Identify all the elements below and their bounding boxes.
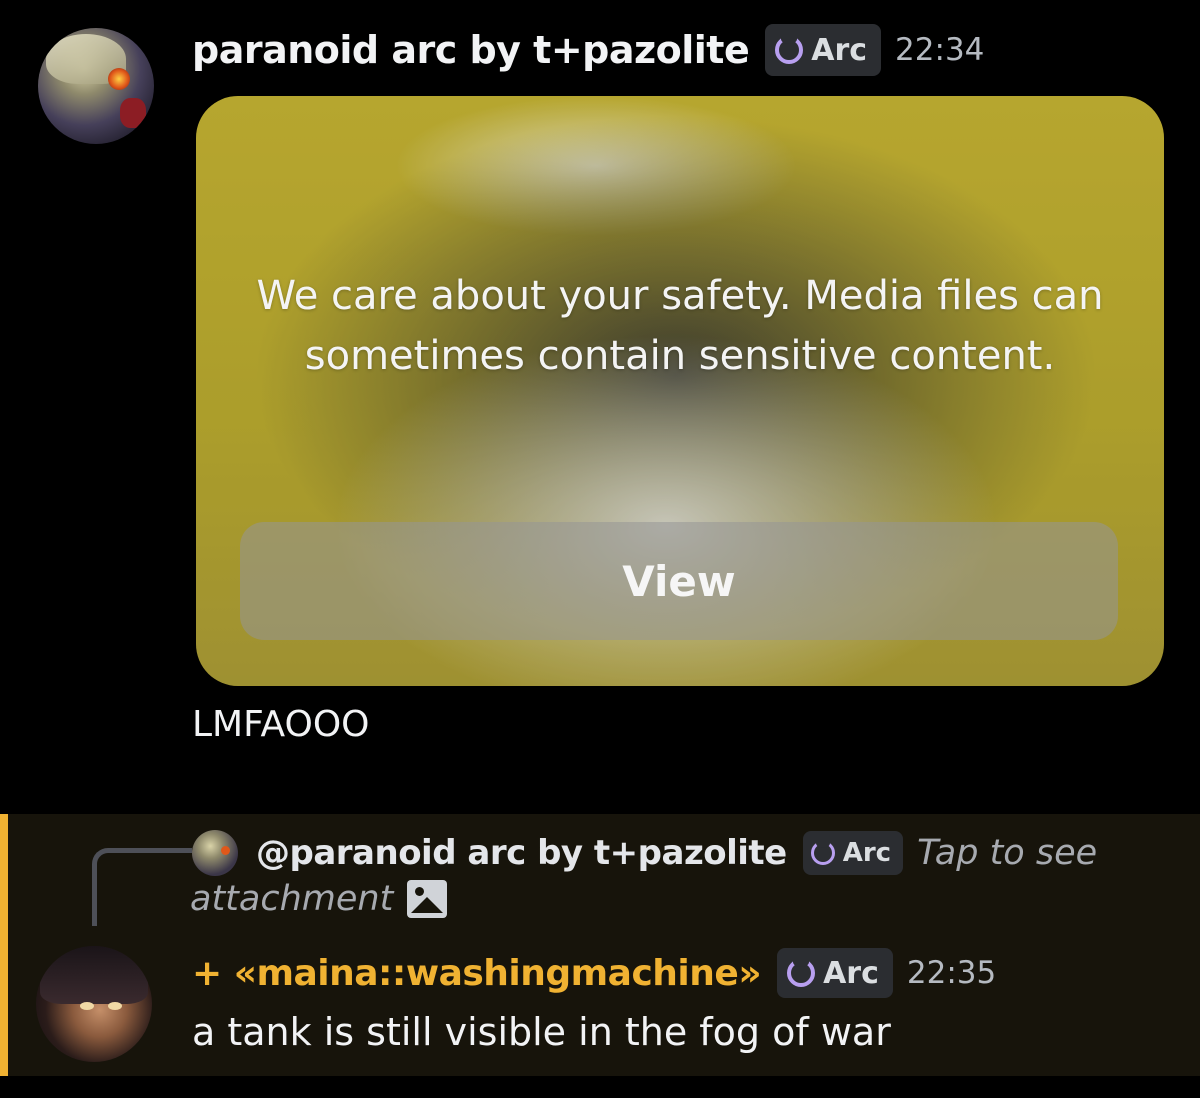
moon-icon bbox=[775, 34, 804, 64]
reply-server-tag: Arc bbox=[802, 831, 904, 875]
image-icon bbox=[407, 880, 448, 918]
message-header: + «maina::washingmachine» Arc 22:35 bbox=[192, 946, 996, 1000]
view-button[interactable]: View bbox=[240, 522, 1118, 640]
avatar-eye bbox=[108, 68, 130, 90]
reply-connector bbox=[92, 848, 192, 926]
sensitive-content-warning: We care about your safety. Media files c… bbox=[256, 273, 1104, 379]
server-tag[interactable]: Arc bbox=[765, 24, 882, 76]
message-highlighted: @paranoid arc by t+pazolite Arc Tap to s… bbox=[0, 814, 1200, 1076]
reply-reference[interactable]: @paranoid arc by t+pazolite Arc Tap to s… bbox=[192, 824, 1097, 882]
server-tag-label: Arc bbox=[823, 955, 879, 991]
reply-author[interactable]: @paranoid arc by t+pazolite bbox=[256, 833, 787, 873]
timestamp: 22:34 bbox=[895, 32, 985, 68]
moon-icon bbox=[787, 957, 816, 987]
message-text: a tank is still visible in the fog of wa… bbox=[192, 1010, 891, 1054]
reply-hint-cont: attachment bbox=[190, 879, 394, 919]
server-tag-label: Arc bbox=[842, 838, 892, 868]
message-header: paranoid arc by t+pazolite Arc 22:34 bbox=[192, 22, 984, 78]
reply-hint: Tap to see bbox=[917, 833, 1098, 873]
reply-avatar bbox=[192, 830, 238, 876]
avatar[interactable] bbox=[38, 28, 154, 144]
avatar[interactable] bbox=[36, 946, 152, 1062]
message-text: LMFAOOO bbox=[192, 704, 370, 745]
reply-reference-cont[interactable]: attachment bbox=[190, 876, 448, 922]
avatar-eye bbox=[108, 1002, 122, 1010]
avatar-accent bbox=[120, 98, 146, 128]
username[interactable]: + «maina::washingmachine» bbox=[192, 953, 762, 994]
sensitive-media-attachment[interactable]: We care about your safety. Media files c… bbox=[196, 96, 1164, 686]
server-tag[interactable]: Arc bbox=[777, 948, 893, 998]
image-icon-mountain bbox=[411, 897, 444, 913]
timestamp: 22:35 bbox=[906, 955, 997, 991]
avatar-hair bbox=[40, 946, 148, 1004]
mention-highlight-bar bbox=[0, 814, 8, 1076]
server-tag-label: Arc bbox=[811, 32, 868, 68]
username[interactable]: paranoid arc by t+pazolite bbox=[192, 28, 750, 72]
moon-icon bbox=[810, 838, 835, 865]
message: paranoid arc by t+pazolite Arc 22:34 We … bbox=[0, 0, 1200, 812]
image-icon-sun bbox=[415, 887, 425, 896]
bottom-edge bbox=[0, 1076, 1200, 1098]
avatar-eye bbox=[80, 1002, 94, 1010]
